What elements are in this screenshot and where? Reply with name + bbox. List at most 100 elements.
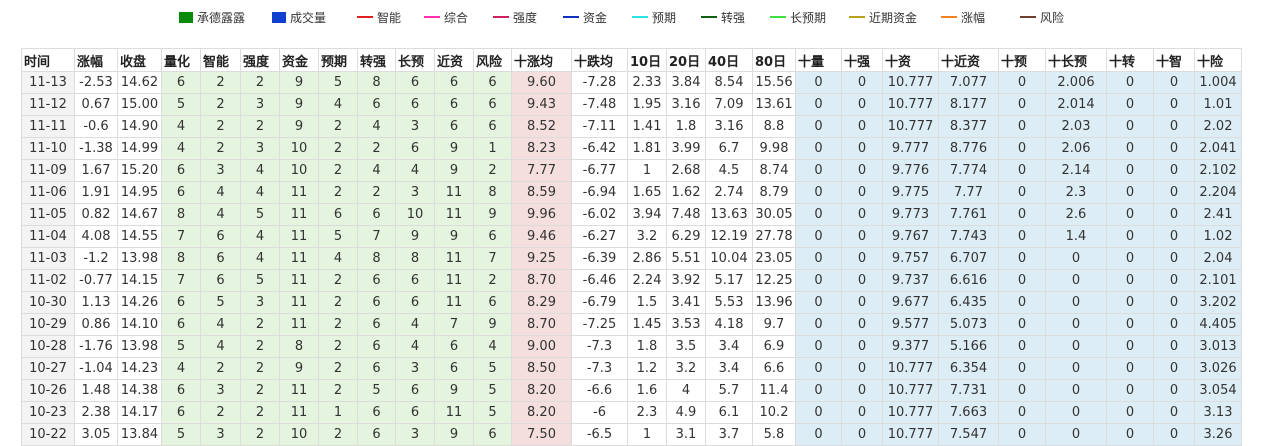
table-row[interactable]: 11-09 1.67 15.20 6 3 4 10 2 4 4 9 2 7.77 -6.77 1 2.68 4.…	[21, 159, 1242, 182]
table-cell: 2	[200, 93, 241, 116]
column-header[interactable]: 十资	[882, 48, 939, 72]
column-header[interactable]: 十强	[841, 48, 883, 72]
column-header[interactable]: 强度	[240, 48, 280, 72]
table-cell: 6	[200, 269, 241, 292]
table-cell: 0	[795, 335, 842, 358]
table-row[interactable]: 11-13 -2.53 14.62 6 2 2 9 5 8 6 6 6 9.60 -7.28 2.33 3.8…	[21, 71, 1242, 94]
column-header[interactable]: 十跌均	[571, 48, 628, 72]
column-header[interactable]: 40日	[705, 48, 753, 72]
column-header[interactable]: 风险	[473, 48, 512, 72]
legend-item[interactable]: 资金	[563, 8, 607, 26]
table-cell: 2	[318, 181, 358, 204]
legend-item[interactable]: 智能	[357, 8, 401, 26]
column-header[interactable]: 十长预	[1045, 48, 1107, 72]
column-header[interactable]: 十预	[998, 48, 1046, 72]
column-header[interactable]: 收盘	[117, 48, 162, 72]
table-cell: 6	[473, 71, 512, 94]
indicator-table: 时间 涨幅 收盘 量化 智能 强度 资金 预期 转强 长预 近资 风险 十涨均 十跌均 10日 20日 40日 8…	[21, 48, 1242, 446]
table-cell: 10	[279, 423, 319, 446]
legend-swatch-icon	[849, 16, 865, 18]
table-cell: 8	[473, 181, 512, 204]
table-row[interactable]: 10-22 3.05 13.84 5 3 2 10 2 6 3 9 6 7.50 -6.5 1 3.1 3.7 5…	[21, 423, 1242, 446]
table-row[interactable]: 11-04 4.08 14.55 7 6 4 11 5 7 9 9 6 9.46 -6.27 3.2 6.29…	[21, 225, 1242, 248]
table-cell: 0	[998, 335, 1046, 358]
column-header[interactable]: 近资	[434, 48, 474, 72]
table-cell: 6.435	[938, 291, 999, 314]
table-cell: 0	[1045, 247, 1107, 270]
legend-item[interactable]: 强度	[493, 8, 537, 26]
table-cell: 1	[627, 423, 667, 446]
table-cell: 0	[795, 291, 842, 314]
legend-item[interactable]: 转强	[701, 8, 745, 26]
table-cell: 4.18	[705, 313, 753, 336]
table-cell: 3.1	[666, 423, 706, 446]
table-cell: 0	[998, 247, 1046, 270]
column-header[interactable]: 长预	[395, 48, 435, 72]
column-header[interactable]: 预期	[318, 48, 358, 72]
table-cell: 6	[357, 269, 396, 292]
legend-item[interactable]: 成交量	[272, 8, 326, 26]
table-cell: 6	[357, 423, 396, 446]
legend-item[interactable]: 近期资金	[849, 8, 917, 26]
column-header[interactable]: 十智	[1153, 48, 1195, 72]
legend-item[interactable]: 综合	[424, 8, 468, 26]
table-cell: 14.26	[117, 291, 162, 314]
table-cell: 13.61	[752, 93, 796, 116]
column-header[interactable]: 20日	[666, 48, 706, 72]
table-cell: 9.737	[882, 269, 939, 292]
column-header[interactable]: 十险	[1194, 48, 1242, 72]
legend-item[interactable]: 涨幅	[941, 8, 985, 26]
table-cell: -6.02	[571, 203, 628, 226]
table-row[interactable]: 11-02 -0.77 14.15 7 6 5 11 2 6 6 11 2 8.70 -6.46 2.24 3…	[21, 269, 1242, 292]
table-cell: 1.45	[627, 313, 667, 336]
legend-swatch-icon	[632, 16, 648, 18]
table-cell: 3	[200, 379, 241, 402]
table-row[interactable]: 10-26 1.48 14.38 6 3 2 11 2 5 6 9 5 8.20 -6.6 1.6 4 5.7 1…	[21, 379, 1242, 402]
table-cell: 0	[1045, 335, 1107, 358]
table-row[interactable]: 10-28 -1.76 13.98 5 4 2 8 2 6 4 6 4 9.00 -7.3 1.8 3.5 3.…	[21, 335, 1242, 358]
column-header[interactable]: 80日	[752, 48, 796, 72]
table-cell: 1.02	[1194, 225, 1242, 248]
legend-item[interactable]: 风险	[1020, 8, 1064, 26]
table-row[interactable]: 11-10 -1.38 14.99 4 2 3 10 2 2 6 9 1 8.23 -6.42 1.81 3.…	[21, 137, 1242, 160]
table-cell: 6.354	[938, 357, 999, 380]
table-cell: 7	[473, 247, 512, 270]
table-row[interactable]: 11-11 -0.6 14.90 4 2 2 9 2 4 3 6 6 8.52 -7.11 1.41 1.8 3…	[21, 115, 1242, 138]
column-header[interactable]: 十近资	[938, 48, 999, 72]
table-row[interactable]: 11-06 1.91 14.95 6 4 4 11 2 2 3 11 8 8.59 -6.94 1.65 1.…	[21, 181, 1242, 204]
column-header[interactable]: 十转	[1106, 48, 1154, 72]
column-header[interactable]: 10日	[627, 48, 667, 72]
column-header[interactable]: 智能	[200, 48, 241, 72]
table-row[interactable]: 11-05 0.82 14.67 8 4 5 11 6 6 10 11 9 9.96 -6.02 3.94 7…	[21, 203, 1242, 226]
table-row[interactable]: 11-12 0.67 15.00 5 2 3 9 4 6 6 6 6 9.43 -7.48 1.95 3.16…	[21, 93, 1242, 116]
table-row[interactable]: 10-27 -1.04 14.23 4 2 2 9 2 6 3 6 5 8.50 -7.3 1.2 3.2 3.…	[21, 357, 1242, 380]
table-row[interactable]: 10-29 0.86 14.10 6 4 2 11 2 6 4 7 9 8.70 -7.25 1.45 3.5…	[21, 313, 1242, 336]
table-cell: 7.743	[938, 225, 999, 248]
column-header[interactable]: 时间	[21, 48, 75, 72]
table-cell: 0	[795, 181, 842, 204]
table-cell: 10.777	[882, 423, 939, 446]
table-row[interactable]: 10-23 2.38 14.17 6 2 2 11 1 6 6 11 5 8.20 -6 2.3 4.9 6.1…	[21, 401, 1242, 424]
table-cell: 5	[318, 71, 358, 94]
column-header[interactable]: 涨幅	[74, 48, 118, 72]
column-header[interactable]: 量化	[161, 48, 201, 72]
table-row[interactable]: 11-03 -1.2 13.98 8 6 4 11 4 8 8 11 7 9.25 -6.39 2.86 5.…	[21, 247, 1242, 270]
table-cell: 0	[1153, 291, 1195, 314]
table-cell: 0	[1153, 401, 1195, 424]
table-cell: 0	[1153, 115, 1195, 138]
legend-item[interactable]: 预期	[632, 8, 676, 26]
table-row[interactable]: 10-30 1.13 14.26 6 5 3 11 2 6 6 11 6 8.29 -6.79 1.5 3.4…	[21, 291, 1242, 314]
legend-item[interactable]: 长预期	[770, 8, 826, 26]
table-cell: 9	[434, 137, 474, 160]
column-header[interactable]: 资金	[279, 48, 319, 72]
column-header[interactable]: 转强	[357, 48, 396, 72]
table-cell: 11-02	[21, 269, 75, 292]
table-cell: 0	[998, 313, 1046, 336]
table-cell: 12.19	[705, 225, 753, 248]
table-cell: 6	[161, 401, 201, 424]
column-header[interactable]: 十量	[795, 48, 842, 72]
table-cell: 4.5	[705, 159, 753, 182]
legend-label: 资金	[583, 10, 608, 25]
legend-item[interactable]: 承德露露	[179, 8, 245, 26]
column-header[interactable]: 十涨均	[511, 48, 572, 72]
